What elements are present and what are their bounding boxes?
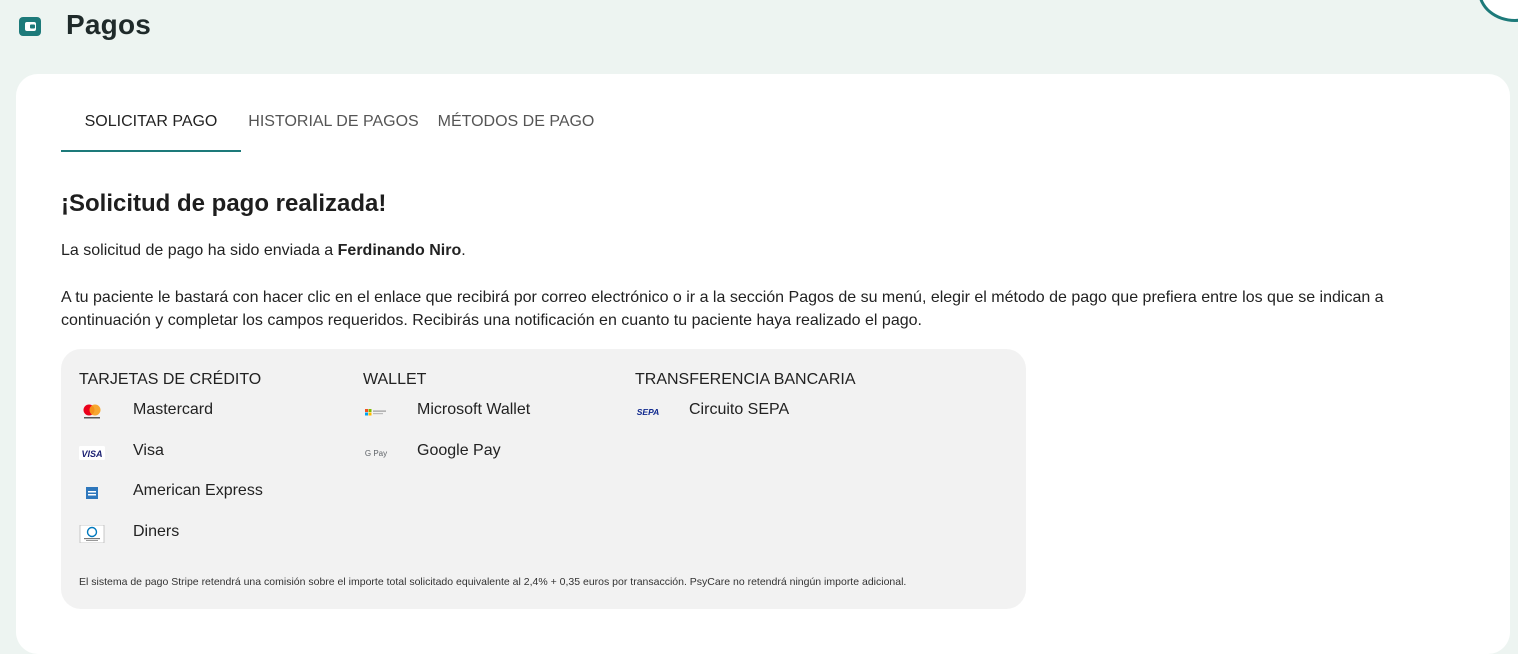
bank-transfer-title: TRANSFERENCIA BANCARIA: [635, 371, 856, 388]
credit-cards-title: TARJETAS DE CRÉDITO: [79, 371, 262, 388]
tab-solicitar-pago[interactable]: SOLICITAR PAGO: [61, 102, 241, 152]
payment-methods-panel: TARJETAS DE CRÉDITO Mastercard VISA Visa: [61, 349, 1026, 609]
method-label: Mastercard: [133, 401, 214, 418]
content-card: SOLICITAR PAGO HISTORIAL DE PAGOS MÉTODO…: [16, 74, 1510, 654]
page-title: Pagos: [66, 9, 152, 40]
google-pay-icon: G Pay: [365, 449, 387, 458]
tab-metodos-de-pago[interactable]: MÉTODOS DE PAGO: [426, 102, 606, 150]
svg-text:SEPA: SEPA: [637, 407, 660, 417]
method-visa: VISA Visa: [79, 432, 261, 473]
fee-note: El sistema de pago Stripe retendrá una c…: [79, 576, 907, 588]
sent-suffix: .: [461, 242, 466, 259]
method-label: Diners: [133, 522, 180, 540]
wallet-icon: [19, 17, 41, 36]
instructions-text: A tu paciente le bastará con hacer clic …: [61, 289, 1384, 329]
method-diners: Diners: [79, 513, 261, 554]
method-google-pay: G Pay Google Pay: [363, 432, 501, 473]
method-american-express: American Express: [79, 472, 263, 513]
svg-text:G Pay: G Pay: [365, 449, 387, 458]
credit-cards-column: TARJETAS DE CRÉDITO Mastercard VISA Visa: [79, 369, 263, 554]
method-label: Visa: [133, 441, 164, 459]
wallet-column: WALLET Microsoft Wallet G Pay Google Pay: [363, 369, 530, 473]
wallet-title: WALLET: [363, 371, 427, 388]
bank-transfer-column: TRANSFERENCIA BANCARIA SEPA Circuito SEP…: [635, 369, 855, 432]
success-heading: ¡Solicitud de pago realizada!: [61, 190, 387, 217]
method-label: Circuito SEPA: [689, 401, 790, 418]
top-bar: Pagos: [0, 0, 1518, 60]
method-label: American Express: [133, 482, 263, 499]
mastercard-icon: [83, 404, 101, 419]
method-microsoft-wallet: Microsoft Wallet: [363, 391, 530, 432]
microsoft-wallet-icon: [365, 409, 386, 416]
tab-historial-de-pagos[interactable]: HISTORIAL DE PAGOS: [241, 102, 426, 150]
recipient-name: Ferdinando Niro: [337, 242, 462, 259]
sepa-icon: SEPA: [637, 407, 660, 417]
svg-text:VISA: VISA: [81, 449, 102, 459]
method-label: Google Pay: [417, 441, 501, 459]
diners-icon: [79, 524, 105, 543]
avatar[interactable]: [1478, 0, 1518, 22]
amex-icon: [86, 487, 98, 499]
visa-icon: VISA: [79, 445, 105, 460]
sent-prefix: La solicitud de pago ha sido enviada a: [61, 242, 338, 259]
method-label: Microsoft Wallet: [417, 401, 531, 418]
method-sepa: SEPA Circuito SEPA: [635, 391, 855, 432]
method-mastercard: Mastercard: [79, 391, 261, 432]
sent-message: La solicitud de pago ha sido enviada a F…: [61, 242, 466, 260]
